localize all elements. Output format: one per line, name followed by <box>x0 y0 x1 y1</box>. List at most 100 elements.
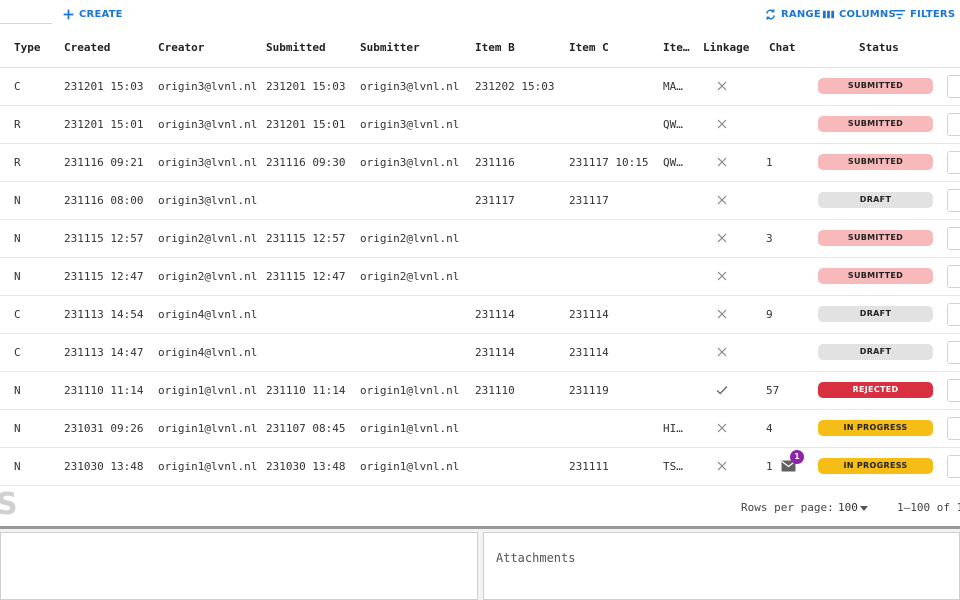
column-header-status[interactable]: Status <box>859 31 899 67</box>
cell-created: 231113 14:54 <box>64 308 144 321</box>
row-action-button[interactable] <box>947 227 960 250</box>
cell-chat: 9 <box>766 308 773 321</box>
cell-created: 231031 09:26 <box>64 422 144 435</box>
close-icon <box>717 461 727 471</box>
column-header-item-b[interactable]: Item B <box>475 31 515 67</box>
cell-submitter: origin1@lvnl.nl <box>360 384 460 397</box>
cell-item: QW… <box>663 156 683 169</box>
status-badge: DRAFT <box>818 192 933 208</box>
data-grid-panel: CREATE RANGE COLUMNS FILTERS Type Create… <box>0 0 960 528</box>
status-badge: IN PROGRESS <box>818 420 933 436</box>
row-action-button[interactable] <box>947 341 960 364</box>
check-icon <box>716 386 728 395</box>
status-badge: SUBMITTED <box>818 268 933 284</box>
status-badge: REJECTED <box>818 382 933 398</box>
chevron-down-icon[interactable] <box>860 506 868 511</box>
cell-chat: 1 <box>766 460 773 473</box>
cell-chat: 3 <box>766 232 773 245</box>
cell-submitted: 231115 12:57 <box>266 232 346 245</box>
status-badge: SUBMITTED <box>818 78 933 94</box>
cell-creator: origin3@lvnl.nl <box>158 194 258 207</box>
cell-type: R <box>14 156 21 169</box>
table-row[interactable]: C 231201 15:03 origin3@lvnl.nl 231201 15… <box>0 68 960 106</box>
cell-created: 231116 09:21 <box>64 156 144 169</box>
row-action-button[interactable] <box>947 189 960 212</box>
cell-creator: origin2@lvnl.nl <box>158 270 258 283</box>
status-badge: DRAFT <box>818 306 933 322</box>
cell-item-c: 231117 10:15 <box>569 156 649 169</box>
table-row[interactable]: C 231113 14:54 origin4@lvnl.nl 231114 23… <box>0 296 960 334</box>
filters-label: FILTERS <box>910 9 956 20</box>
row-action-button[interactable] <box>947 75 960 98</box>
table-row[interactable]: N 231115 12:47 origin2@lvnl.nl 231115 12… <box>0 258 960 296</box>
cell-item-b: 231202 15:03 <box>475 80 555 93</box>
cell-item-b: 231117 <box>475 194 515 207</box>
status-badge: SUBMITTED <box>818 154 933 170</box>
column-header-submitted[interactable]: Submitted <box>266 31 326 67</box>
cell-submitted: 231107 08:45 <box>266 422 346 435</box>
column-header-linkage[interactable]: Linkage <box>703 31 749 67</box>
close-icon <box>717 195 727 205</box>
cell-item-c: 231117 <box>569 194 609 207</box>
table-row[interactable]: R 231201 15:01 origin3@lvnl.nl 231201 15… <box>0 106 960 144</box>
table-row[interactable]: N 231031 09:26 origin1@lvnl.nl 231107 08… <box>0 410 960 448</box>
cell-chat: 57 <box>766 384 780 397</box>
column-header-created[interactable]: Created <box>64 31 110 67</box>
filter-icon <box>893 10 906 19</box>
table-row[interactable]: C 231113 14:47 origin4@lvnl.nl 231114 23… <box>0 334 960 372</box>
cell-item-c: 231114 <box>569 308 609 321</box>
table-row[interactable]: N 231030 13:48 origin1@lvnl.nl 231030 13… <box>0 448 960 486</box>
columns-button[interactable]: COLUMNS <box>822 8 896 21</box>
cell-type: N <box>14 422 21 435</box>
cell-creator: origin1@lvnl.nl <box>158 384 258 397</box>
cell-submitted: 231201 15:03 <box>266 80 346 93</box>
cell-type: C <box>14 80 21 93</box>
rows-per-page-label: Rows per page: <box>741 501 834 514</box>
cell-item: TS… <box>663 460 683 473</box>
cell-type: C <box>14 346 21 359</box>
cell-submitted: 231116 09:30 <box>266 156 346 169</box>
row-action-button[interactable] <box>947 417 960 440</box>
table-row[interactable]: N 231116 08:00 origin3@lvnl.nl 231117 23… <box>0 182 960 220</box>
columns-icon <box>822 10 835 19</box>
range-button[interactable]: RANGE <box>764 8 821 21</box>
attachments-panel: Attachments <box>483 532 960 600</box>
cell-creator: origin4@lvnl.nl <box>158 346 258 359</box>
cell-submitted: 231201 15:01 <box>266 118 346 131</box>
column-header-creator[interactable]: Creator <box>158 31 204 67</box>
create-button[interactable]: CREATE <box>62 8 123 21</box>
cell-type: N <box>14 232 21 245</box>
rows-per-page-select[interactable]: 100 <box>838 501 858 514</box>
cell-submitted: 231110 11:14 <box>266 384 346 397</box>
table-row[interactable]: R 231116 09:21 origin3@lvnl.nl 231116 09… <box>0 144 960 182</box>
column-header-type[interactable]: Type <box>14 31 41 67</box>
column-header-item[interactable]: Ite… <box>663 31 690 67</box>
unread-count-badge: 1 <box>790 450 804 464</box>
close-icon <box>717 309 727 319</box>
close-icon <box>717 423 727 433</box>
range-refresh-icon <box>766 9 775 20</box>
filters-button[interactable]: FILTERS <box>893 8 955 21</box>
row-action-button[interactable] <box>947 151 960 174</box>
row-action-button[interactable] <box>947 379 960 402</box>
resize-splitter[interactable] <box>0 526 960 529</box>
table-body: C 231201 15:03 origin3@lvnl.nl 231201 15… <box>0 68 960 486</box>
column-header-submitter[interactable]: Submitter <box>360 31 420 67</box>
row-action-button[interactable] <box>947 303 960 326</box>
table-row[interactable]: N 231110 11:14 origin1@lvnl.nl 231110 11… <box>0 372 960 410</box>
cell-submitter: origin2@lvnl.nl <box>360 232 460 245</box>
cell-chat: 4 <box>766 422 773 435</box>
close-icon <box>717 233 727 243</box>
cell-created: 231030 13:48 <box>64 460 144 473</box>
cell-creator: origin1@lvnl.nl <box>158 422 258 435</box>
column-header-item-c[interactable]: Item C <box>569 31 609 67</box>
row-action-button[interactable] <box>947 113 960 136</box>
table-row[interactable]: N 231115 12:57 origin2@lvnl.nl 231115 12… <box>0 220 960 258</box>
cell-type: N <box>14 460 21 473</box>
cell-created: 231115 12:57 <box>64 232 144 245</box>
column-header-chat[interactable]: Chat <box>769 31 796 67</box>
range-label: RANGE <box>781 9 821 20</box>
cell-type: N <box>14 270 21 283</box>
row-action-button[interactable] <box>947 455 960 478</box>
row-action-button[interactable] <box>947 265 960 288</box>
